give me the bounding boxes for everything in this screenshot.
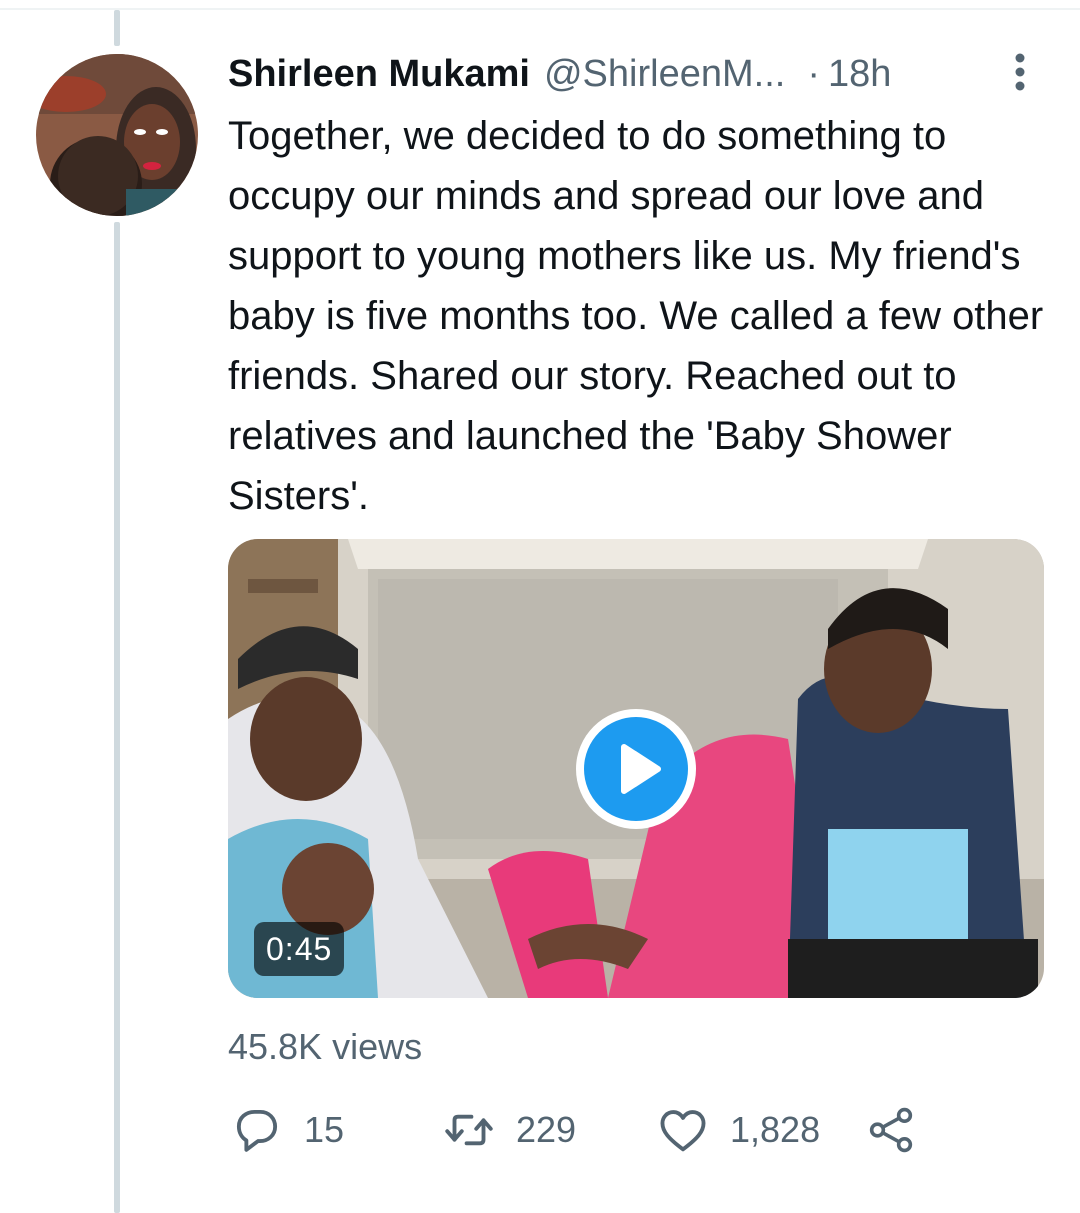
share-icon bbox=[869, 1107, 913, 1153]
display-name[interactable]: Shirleen Mukami bbox=[228, 53, 530, 96]
tweet-text: Together, we decided to do something to … bbox=[228, 114, 1044, 518]
heart-icon bbox=[660, 1110, 706, 1152]
avatar[interactable] bbox=[36, 54, 198, 216]
action-bar: 15 229 1,828 bbox=[228, 1098, 928, 1162]
reply-icon bbox=[236, 1109, 278, 1152]
tweet-header: Shirleen Mukami @ShirleenM... · 18h bbox=[228, 48, 1048, 100]
video-player[interactable]: 0:45 bbox=[228, 539, 1044, 998]
play-icon bbox=[621, 744, 661, 794]
share-button[interactable] bbox=[864, 1098, 918, 1162]
thread-line bbox=[114, 10, 120, 46]
top-divider bbox=[0, 8, 1080, 10]
like-count: 1,828 bbox=[730, 1109, 821, 1150]
reply-button[interactable]: 15 bbox=[228, 1098, 344, 1162]
timestamp[interactable]: 18h bbox=[828, 53, 891, 96]
retweet-icon bbox=[445, 1114, 493, 1146]
more-vertical-icon[interactable] bbox=[1004, 50, 1036, 94]
view-count: 45.8K views bbox=[228, 1026, 423, 1067]
reply-count: 15 bbox=[304, 1109, 345, 1150]
video-duration: 0:45 bbox=[254, 922, 345, 976]
play-button[interactable] bbox=[576, 709, 696, 829]
like-button[interactable]: 1,828 bbox=[654, 1098, 820, 1162]
avatar-image bbox=[36, 54, 198, 216]
retweet-button[interactable]: 229 bbox=[440, 1098, 576, 1162]
user-handle[interactable]: @ShirleenM... bbox=[544, 53, 785, 96]
retweet-count: 229 bbox=[516, 1109, 577, 1150]
thread-line bbox=[114, 222, 120, 1213]
separator-dot: · bbox=[807, 52, 820, 95]
